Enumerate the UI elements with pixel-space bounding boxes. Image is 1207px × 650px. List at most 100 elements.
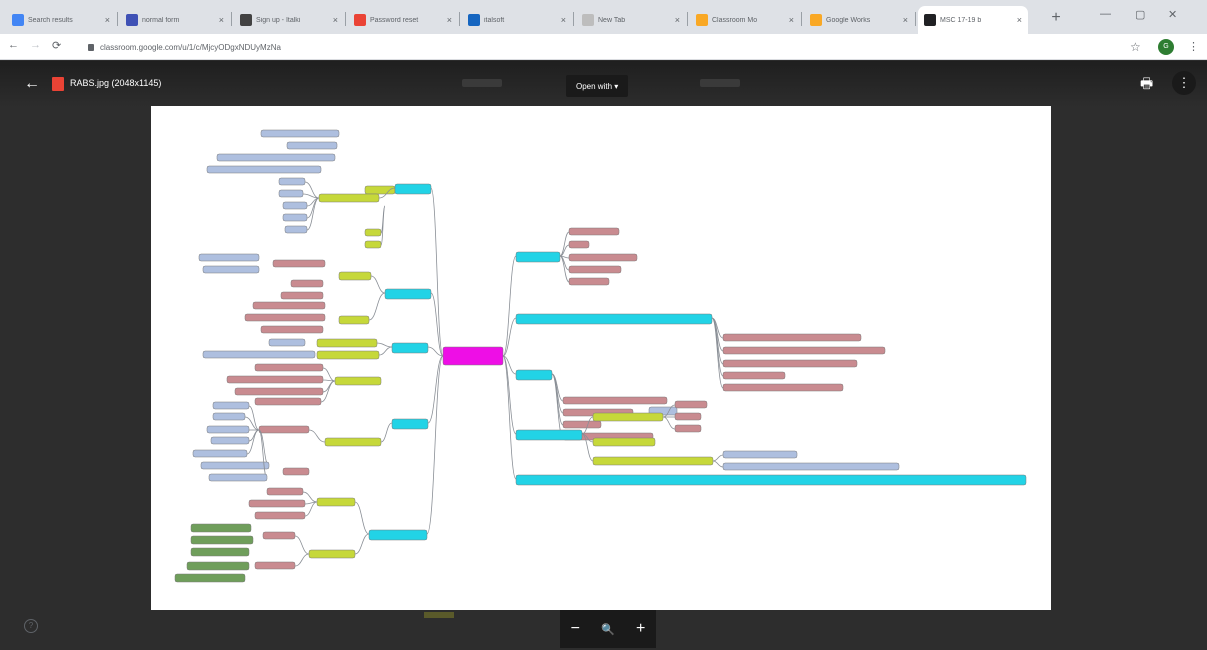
arrow-left-icon[interactable]: ← (24, 75, 40, 93)
chrome-menu-icon[interactable]: ⋮ (1188, 40, 1199, 53)
mind-map-link (427, 355, 444, 424)
browser-tab[interactable]: Google Works × (804, 6, 914, 34)
tab-title: italsoft (484, 16, 505, 24)
mind-map-leaf (562, 420, 602, 429)
mind-map-link (306, 197, 320, 231)
browser-tab[interactable]: italsoft × (462, 6, 572, 34)
browser-tab[interactable]: normal form × (120, 6, 230, 34)
more-vert-icon[interactable]: ⋮ (1172, 71, 1196, 95)
mind-map-branch (515, 251, 561, 263)
browser-tab[interactable]: Sign up - Italki × (234, 6, 344, 34)
tab-title: Sign up - Italki (256, 16, 301, 24)
mind-map-leaf (192, 449, 248, 458)
tab-close-icon[interactable]: × (105, 15, 110, 25)
back-nav-icon[interactable]: ← (8, 39, 19, 51)
tab-favicon-icon (354, 14, 366, 26)
mind-map-leaf (190, 523, 252, 533)
mind-map-link (322, 367, 336, 382)
profile-avatar[interactable]: G (1158, 39, 1174, 55)
mind-map-link (502, 355, 517, 480)
tab-title: Search results (28, 16, 73, 24)
mind-map-subtopic (338, 315, 370, 325)
mind-map-branch (394, 183, 432, 195)
tab-favicon-icon (126, 14, 138, 26)
tab-title: Google Works (826, 16, 871, 24)
reload-icon[interactable]: ⟳ (52, 39, 61, 52)
bookmark-star-icon[interactable]: ☆ (1130, 40, 1141, 54)
browser-tab[interactable]: Password reset × (348, 6, 458, 34)
file-name: RABS.jpg (2048x1145) (70, 78, 162, 88)
browser-tab[interactable]: New Tab × (576, 6, 686, 34)
tab-close-icon[interactable]: × (1017, 15, 1022, 25)
mind-map-link (294, 535, 310, 555)
mind-map-leaf (208, 473, 268, 482)
mind-map-leaf (260, 129, 340, 138)
browser-toolbar: ← → ⟳ classroom.google.com/u/1/c/MjcyODg… (0, 34, 1207, 60)
mind-map-link (354, 533, 370, 555)
new-tab-button[interactable]: + (1046, 8, 1066, 28)
mind-map-leaf (212, 412, 246, 421)
mind-map-leaf (190, 535, 254, 545)
tab-strip: Search results × normal form × Sign up - Ita… (0, 0, 1207, 34)
tab-close-icon[interactable]: × (333, 15, 338, 25)
tab-close-icon[interactable]: × (675, 15, 680, 25)
zoom-out-button[interactable]: − (571, 620, 580, 638)
mind-map-leaf (282, 467, 310, 476)
tab-separator (687, 12, 688, 26)
mind-map-leaf (272, 259, 326, 268)
mind-map-leaf (254, 363, 324, 372)
mind-map-subtopic (364, 228, 382, 237)
tab-separator (573, 12, 574, 26)
browser-tab[interactable]: MSC 17-19 b × (918, 6, 1028, 34)
mind-map-leaf (722, 383, 844, 392)
zoom-in-button[interactable]: + (636, 620, 645, 638)
mind-map-branch (515, 429, 583, 441)
help-icon[interactable]: ? (24, 619, 38, 633)
mind-map-link (302, 491, 318, 503)
print-icon[interactable]: 🖶 (1140, 73, 1153, 97)
ghost-shape (700, 79, 740, 87)
mind-map-leaf (268, 338, 306, 347)
mind-map-subtopic (592, 437, 656, 447)
image-file-icon (52, 77, 64, 91)
mind-map-link (354, 501, 370, 535)
tab-close-icon[interactable]: × (903, 15, 908, 25)
mind-map-leaf (568, 253, 638, 262)
mind-map-leaf (282, 213, 308, 222)
mind-map-subtopic (316, 497, 356, 507)
close-window-icon[interactable]: ✕ (1168, 8, 1177, 21)
tab-close-icon[interactable]: × (447, 15, 452, 25)
browser-tab[interactable]: Search results × (6, 6, 116, 34)
mind-map-leaf (722, 333, 862, 342)
mind-map-branch (391, 342, 429, 354)
mind-map-link (502, 255, 517, 357)
tab-close-icon[interactable]: × (789, 15, 794, 25)
forward-nav-icon[interactable]: → (30, 39, 41, 51)
mind-map-leaf (286, 141, 338, 150)
minimize-icon[interactable]: — (1100, 8, 1111, 20)
tab-separator (801, 12, 802, 26)
mind-map-leaf (284, 225, 308, 234)
mind-map-leaf (280, 291, 324, 300)
mind-map-branch (515, 474, 1027, 486)
image-viewer: ← RABS.jpg (2048x1145) Open with ▾ 🖶 ⋮ ?… (0, 61, 1207, 650)
mind-map-link (294, 553, 310, 567)
tab-close-icon[interactable]: × (219, 15, 224, 25)
magnify-icon[interactable]: 🔍 (601, 623, 615, 636)
tab-title: New Tab (598, 16, 626, 24)
lock-icon (88, 43, 94, 51)
mind-map-central-topic (442, 346, 504, 366)
mind-map-leaf (568, 227, 620, 236)
mind-map-subtopic (318, 193, 380, 203)
open-with-button[interactable]: Open with ▾ (566, 75, 629, 97)
browser-tab[interactable]: Classroom Mo × (690, 6, 800, 34)
maximize-icon[interactable]: ▢ (1135, 8, 1145, 21)
mind-map-leaf (278, 177, 306, 186)
mind-map-leaf (674, 412, 702, 421)
tab-separator (345, 12, 346, 26)
tab-separator (459, 12, 460, 26)
address-bar[interactable]: classroom.google.com/u/1/c/MjcyODgxNDUyM… (88, 38, 1128, 56)
tab-close-icon[interactable]: × (561, 15, 566, 25)
mind-map-leaf (254, 511, 306, 520)
mind-map-link (662, 416, 676, 430)
